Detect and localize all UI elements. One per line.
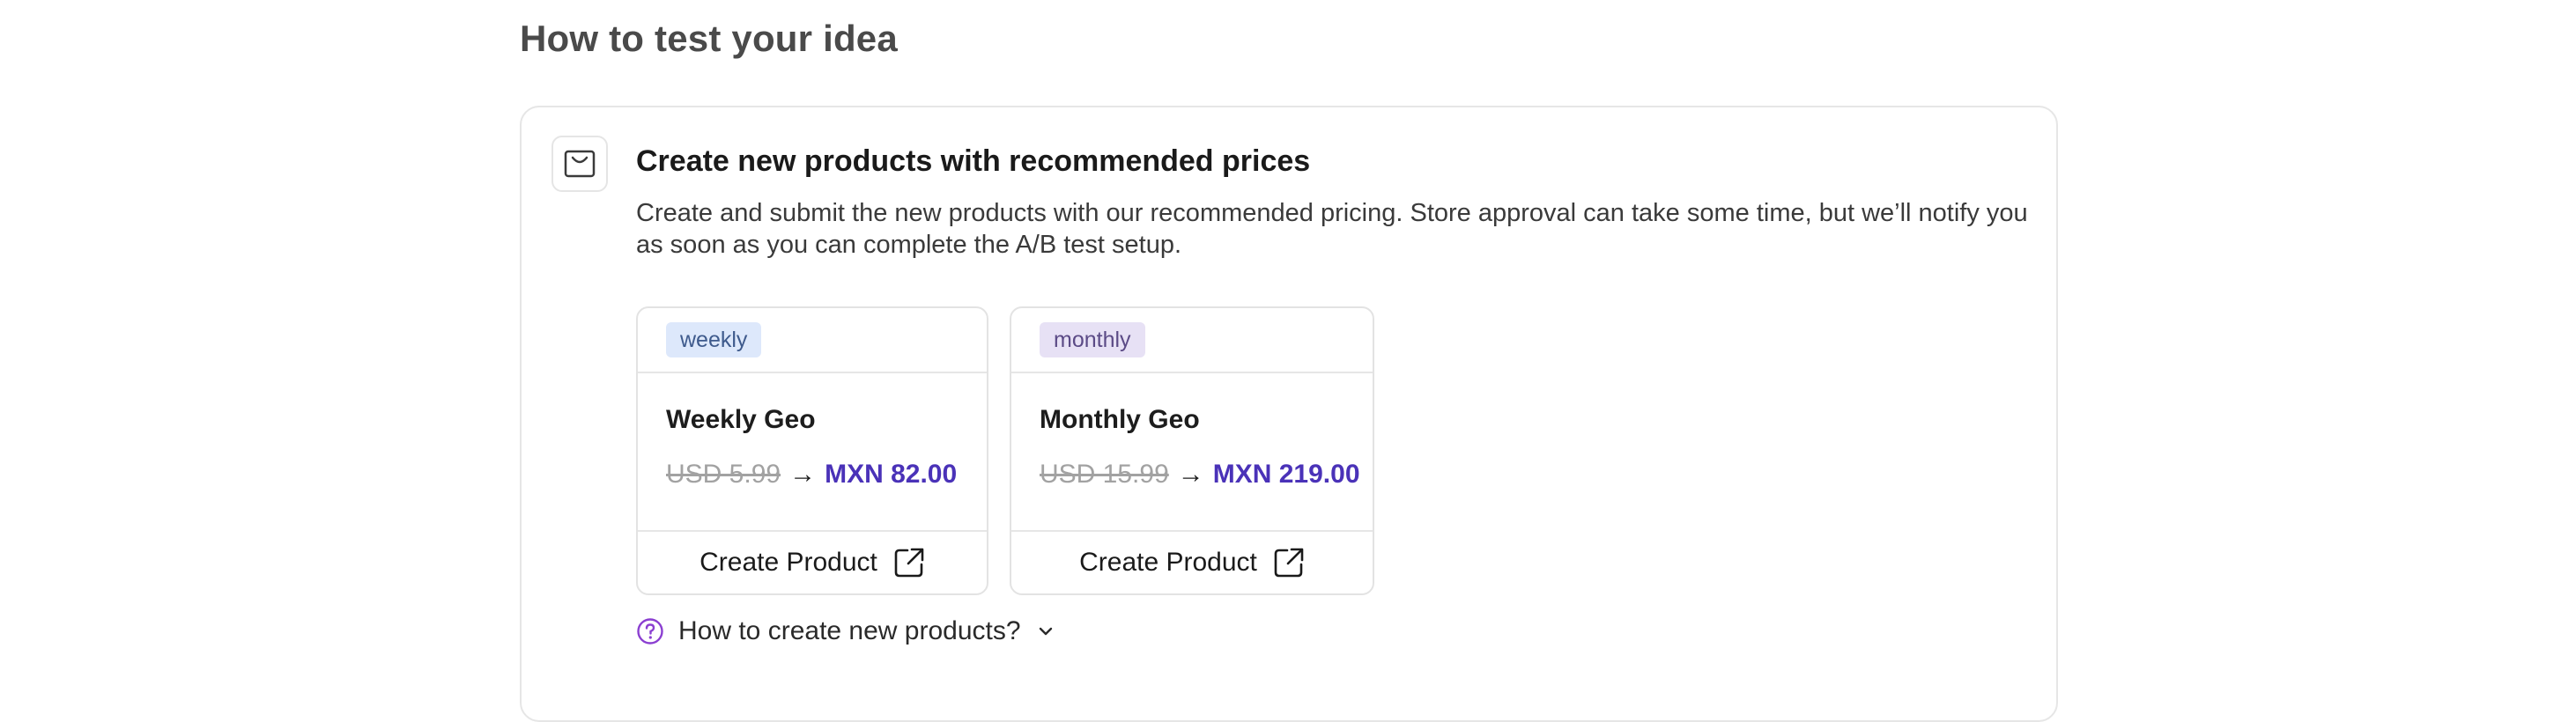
product-card-header: monthly: [1011, 308, 1373, 373]
product-name: Weekly Geo: [666, 405, 816, 434]
old-price: USD 15.99: [1040, 460, 1169, 489]
how-to-create-products-toggle[interactable]: How to create new products?: [636, 616, 1056, 646]
section-title: How to test your idea: [520, 18, 898, 59]
create-product-label: Create Product: [1079, 548, 1257, 577]
chevron-down-icon: [1035, 621, 1056, 642]
product-card-weekly: weekly Weekly Geo USD 5.99 → MXN 82.00 C…: [636, 306, 988, 595]
question-circle-icon: [636, 617, 664, 645]
external-link-icon: [1273, 547, 1305, 578]
step-icon-frame: [551, 136, 608, 192]
create-product-button[interactable]: Create Product: [1011, 530, 1373, 593]
external-link-icon: [893, 547, 925, 578]
product-name: Monthly Geo: [1040, 405, 1200, 434]
product-card-monthly: monthly Monthly Geo USD 15.99 → MXN 219.…: [1010, 306, 1374, 595]
help-label: How to create new products?: [678, 616, 1021, 645]
step-title: Create new products with recommended pri…: [636, 144, 1311, 178]
new-price: MXN 219.00: [1212, 460, 1360, 489]
create-product-label: Create Product: [700, 548, 877, 577]
arrow-right-icon: →: [789, 460, 817, 489]
product-card-header: weekly: [638, 308, 987, 373]
step-card: Create new products with recommended pri…: [520, 106, 2058, 722]
plan-badge: monthly: [1040, 322, 1145, 357]
old-price: USD 5.99: [666, 460, 781, 489]
create-product-button[interactable]: Create Product: [638, 530, 987, 593]
shopping-bag-icon: [564, 149, 596, 179]
step-description: Create and submit the new products with …: [636, 199, 2028, 259]
price-change: USD 5.99 → MXN 82.00: [666, 460, 957, 490]
plan-badge: weekly: [666, 322, 762, 357]
arrow-right-icon: →: [1177, 460, 1204, 489]
price-change: USD 15.99 → MXN 219.00: [1040, 460, 1360, 490]
new-price: MXN 82.00: [825, 460, 958, 489]
